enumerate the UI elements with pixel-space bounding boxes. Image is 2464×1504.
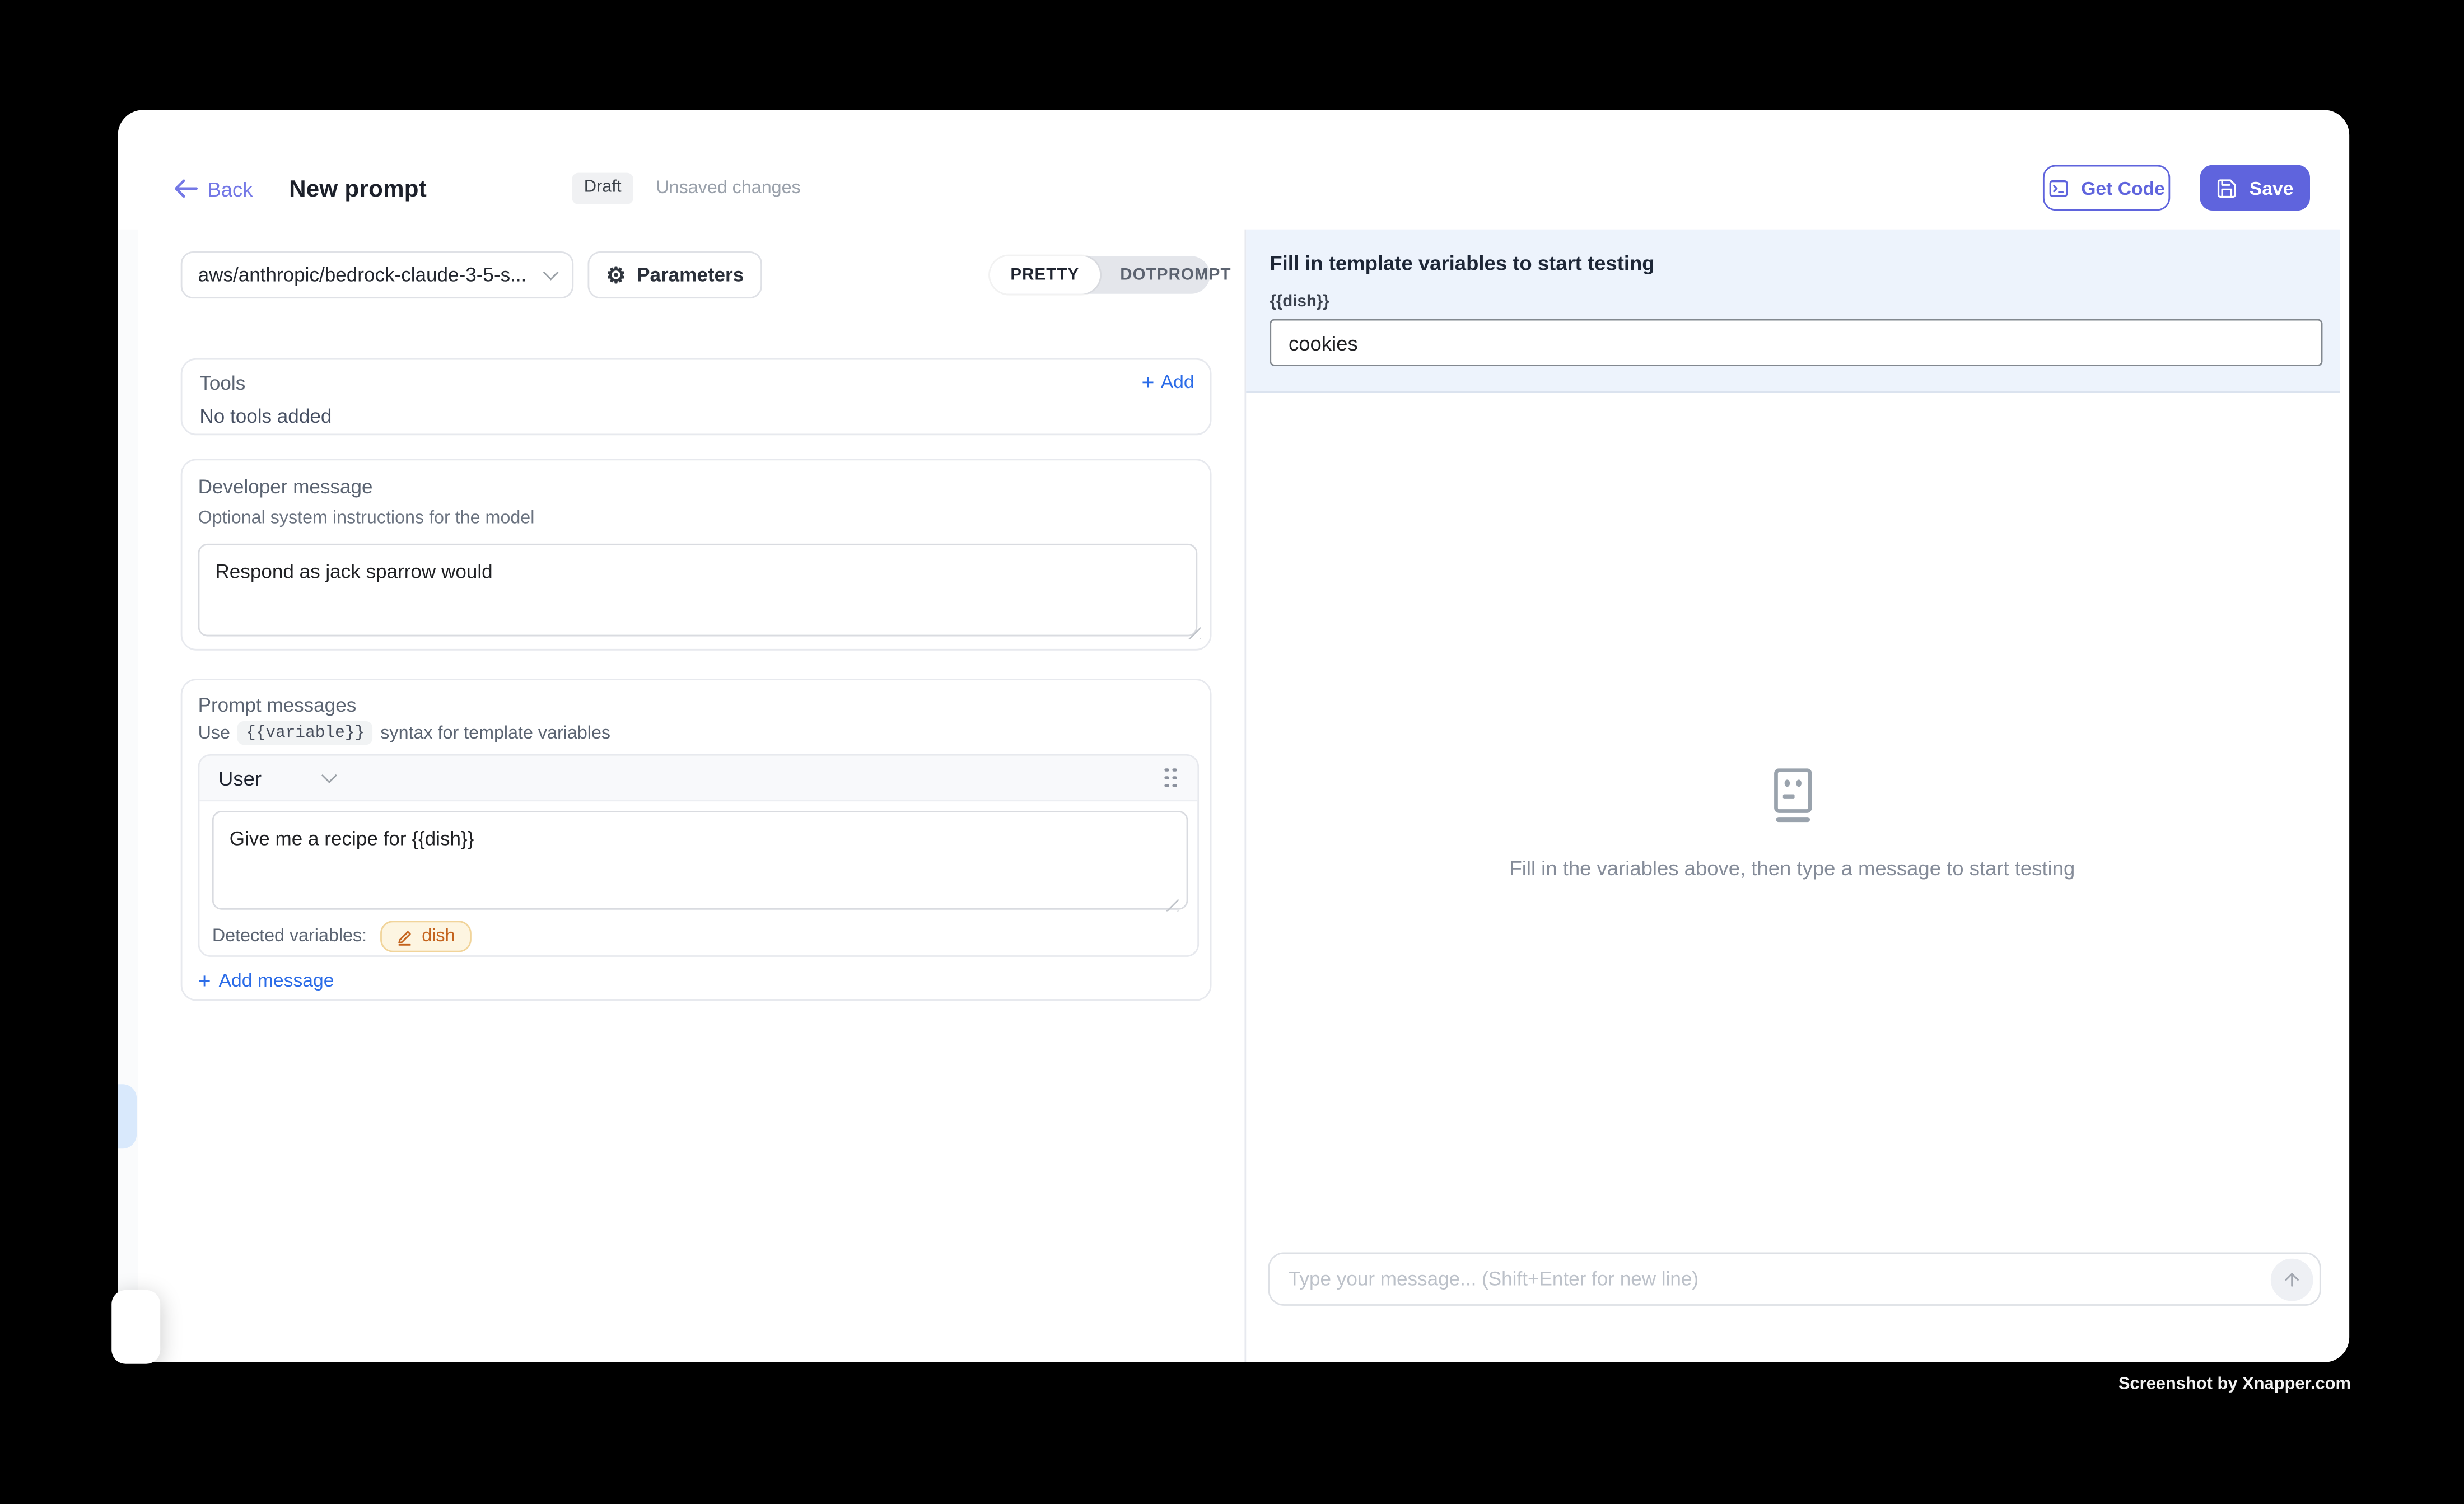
floating-card-fragment — [111, 1290, 160, 1364]
prompt-messages-card: Prompt messages Use {{variable}} syntax … — [181, 679, 1212, 1001]
chat-input-bar — [1268, 1252, 2321, 1305]
add-tool-label: Add — [1161, 371, 1194, 393]
parameters-button[interactable]: ⚙ Parameters — [587, 251, 762, 298]
detected-variables-label: Detected variables: — [212, 927, 367, 946]
add-message-label: Add message — [219, 969, 334, 991]
watermark-text: Screenshot by Xnapper.com — [2118, 1375, 2351, 1394]
toggle-option-dotprompt[interactable]: DOTPROMPT — [1100, 256, 1252, 293]
detected-variables-row: Detected variables: dish — [212, 921, 471, 952]
dish-variable-label: {{dish}} — [1270, 292, 1329, 311]
variable-syntax-chip: {{variable}} — [238, 721, 372, 745]
unsaved-changes-note: Unsaved changes — [656, 179, 800, 198]
save-icon — [2216, 177, 2238, 199]
terminal-icon — [2048, 177, 2070, 199]
edit-pencil-icon — [396, 928, 414, 945]
send-message-button[interactable] — [2271, 1259, 2313, 1301]
get-code-button[interactable]: Get Code — [2043, 165, 2170, 211]
message-role-value: User — [218, 766, 262, 790]
robot-face-icon — [1762, 768, 1822, 825]
developer-message-title: Developer message — [198, 476, 373, 498]
back-button[interactable]: Back — [174, 177, 253, 200]
prompt-messages-title: Prompt messages — [198, 694, 357, 716]
drag-handle-icon[interactable] — [1163, 766, 1179, 790]
message-block: User Give me a recipe for {{dish}} Detec… — [198, 754, 1199, 957]
sidebar-edge-strip — [118, 230, 138, 1362]
tools-empty-text: No tools added — [199, 405, 332, 427]
hint-suffix: syntax for template variables — [380, 723, 610, 742]
message-role-select[interactable]: User — [218, 766, 335, 790]
page-title: New prompt — [289, 175, 427, 202]
plus-icon: + — [1142, 371, 1155, 393]
app-window: Back New prompt Draft Unsaved changes Ge… — [118, 110, 2349, 1362]
developer-message-card: Developer message Optional system instru… — [181, 459, 1212, 650]
chat-message-input[interactable] — [1270, 1254, 2260, 1304]
tools-title: Tools — [199, 372, 245, 394]
chat-empty-text: Fill in the variables above, then type a… — [1244, 856, 2340, 880]
add-message-button[interactable]: + Add message — [198, 969, 334, 991]
model-selector-value: aws/anthropic/bedrock-claude-3-5-s... — [198, 264, 545, 286]
save-button[interactable]: Save — [2200, 165, 2310, 211]
template-variables-panel: Fill in template variables to start test… — [1246, 230, 2340, 393]
chevron-down-icon — [543, 265, 559, 281]
developer-message-subtitle: Optional system instructions for the mod… — [198, 509, 535, 528]
variable-chip-label: dish — [422, 927, 455, 946]
sidebar-selected-item-fragment — [118, 1084, 137, 1148]
message-content-input[interactable]: Give me a recipe for {{dish}} — [212, 811, 1188, 910]
add-tool-button[interactable]: + Add — [1142, 371, 1194, 393]
gear-icon: ⚙ — [606, 264, 626, 286]
toggle-option-pretty[interactable]: PRETTY — [990, 256, 1100, 293]
model-selector[interactable]: aws/anthropic/bedrock-claude-3-5-s... — [181, 251, 574, 298]
arrow-up-icon — [2281, 1269, 2302, 1290]
developer-message-input[interactable]: Respond as jack sparrow would — [198, 544, 1198, 637]
variable-chip-dish[interactable]: dish — [381, 921, 470, 952]
chat-empty-state: Fill in the variables above, then type a… — [1244, 768, 2340, 880]
parameters-label: Parameters — [637, 264, 744, 286]
message-header: User — [199, 756, 1197, 801]
view-mode-toggle: PRETTY DOTPROMPT — [990, 256, 1210, 293]
get-code-label: Get Code — [2081, 177, 2165, 199]
arrow-left-icon — [174, 179, 198, 198]
hint-prefix: Use — [198, 723, 230, 742]
template-syntax-hint: Use {{variable}} syntax for template var… — [198, 721, 610, 745]
screenshot-stage: Back New prompt Draft Unsaved changes Ge… — [0, 0, 2464, 1503]
status-badge: Draft — [571, 174, 634, 204]
save-label: Save — [2250, 177, 2294, 199]
plus-icon: + — [198, 969, 211, 991]
tools-card: Tools + Add No tools added — [181, 358, 1212, 435]
chevron-down-icon — [322, 768, 338, 783]
template-variables-heading: Fill in template variables to start test… — [1270, 251, 1654, 275]
dish-variable-input[interactable] — [1270, 319, 2322, 366]
back-label: Back — [207, 177, 253, 200]
